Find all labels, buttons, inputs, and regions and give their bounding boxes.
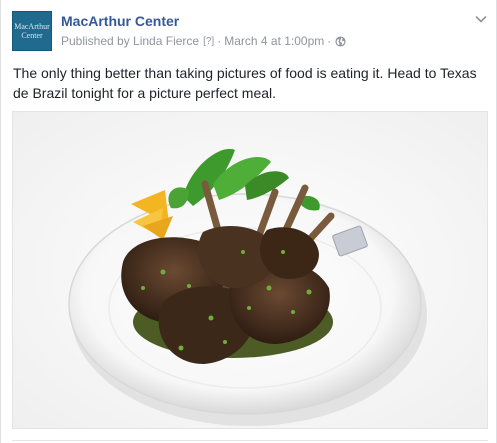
- post-card: MacArthur Center MacArthur Center Publis…: [0, 0, 497, 443]
- globe-icon[interactable]: [335, 35, 346, 47]
- lamb-chops-photo[interactable]: [12, 111, 488, 429]
- published-by-text[interactable]: Published by Linda Fierce: [61, 34, 199, 48]
- page-name-link[interactable]: MacArthur Center: [61, 13, 179, 29]
- post-header: MacArthur Center MacArthur Center Publis…: [12, 10, 488, 54]
- divider: [12, 440, 488, 441]
- help-marker[interactable]: [?]: [203, 36, 214, 47]
- post-meta: Published by Linda Fierce [?] · March 4 …: [61, 34, 346, 48]
- post-message: The only thing better than taking pictur…: [13, 65, 477, 101]
- photo-illustration: [13, 112, 487, 428]
- avatar-text-line2: Center: [21, 31, 43, 40]
- post-timestamp[interactable]: March 4 at 1:00pm: [224, 34, 324, 48]
- meta-separator: ·: [327, 34, 332, 48]
- meta-separator: ·: [217, 34, 222, 48]
- page-avatar[interactable]: MacArthur Center: [12, 11, 52, 51]
- avatar-text-line1: MacArthur: [14, 22, 50, 31]
- chevron-down-icon[interactable]: [474, 12, 488, 26]
